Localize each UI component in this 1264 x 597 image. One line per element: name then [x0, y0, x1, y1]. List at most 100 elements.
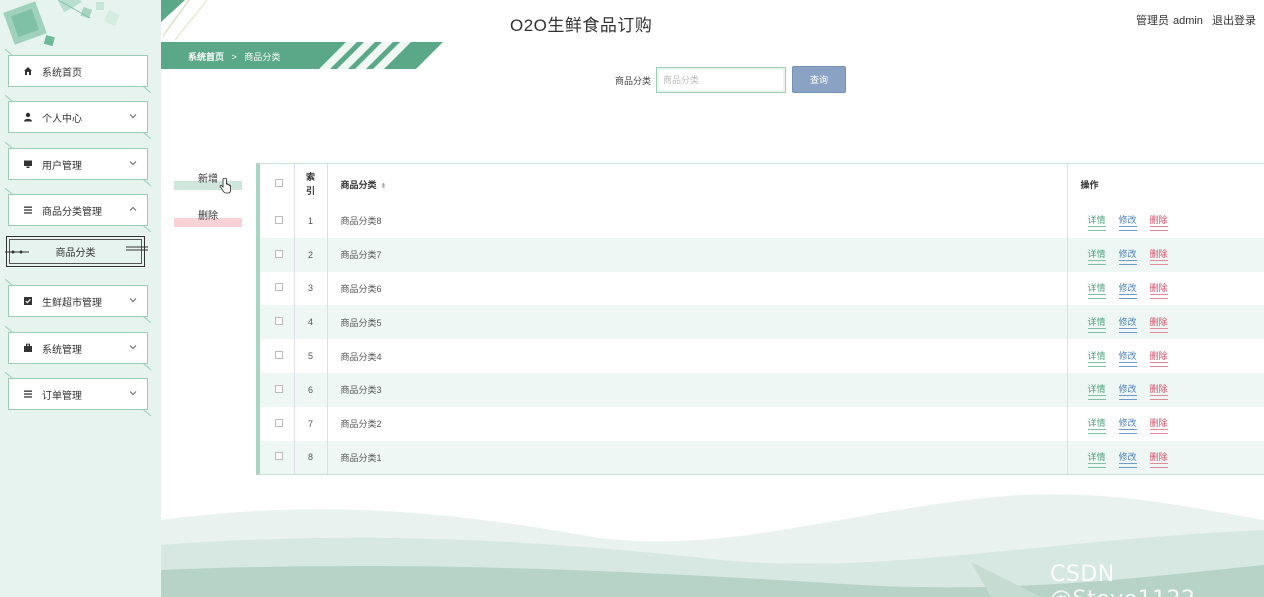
row-checkbox[interactable] [274, 384, 283, 393]
logout-link[interactable]: 退出登录 [1212, 15, 1256, 27]
chevron-up-icon [129, 206, 137, 211]
edit-link[interactable]: 修改 [1118, 349, 1137, 367]
row-category-name: 商品分类2 [327, 406, 1068, 441]
sidebar-item-category-management[interactable]: 商品分类管理 [8, 194, 148, 226]
chevron-down-icon [129, 161, 137, 166]
row-index: 8 [294, 440, 328, 475]
search-button[interactable]: 查询 [792, 66, 846, 93]
detail-link[interactable]: 详情 [1087, 349, 1106, 367]
sidebar-decoration [3, 0, 120, 47]
batch-delete-button[interactable]: 删除 [174, 207, 242, 227]
delete-link[interactable]: 删除 [1149, 247, 1168, 266]
breadcrumb: 系统首页 > 商品分类 [161, 42, 443, 69]
detail-link[interactable]: 详情 [1087, 281, 1106, 299]
row-actions: 详情 修改 删除 [1067, 339, 1264, 373]
row-index: 4 [294, 305, 328, 340]
sidebar-item-personal-center[interactable]: 个人中心 [8, 101, 148, 133]
row-category-name: 商品分类5 [327, 305, 1068, 340]
row-category-name: 商品分类7 [327, 237, 1068, 272]
sidebar-item-label: 订单管理 [42, 390, 82, 402]
category-table: 索引 商品分类 ⬍ 操作 1 商品分类8 详情 修改 删除 2 商品分类7 详情 修改 删除 3 商品分… [256, 163, 1264, 475]
edit-link[interactable]: 修改 [1118, 281, 1137, 299]
detail-link[interactable]: 详情 [1087, 315, 1106, 333]
sidebar-item-label: 系统首页 [42, 67, 82, 79]
sidebar-subitem-category[interactable]: 商品分类 [5, 236, 148, 267]
csdn-watermark: CSDN @Steve1122 [1050, 562, 1195, 597]
sidebar: 系统首页 个人中心 用户管理 商品分类管理 商品分类 生鲜超市管理 系统管理 订… [0, 0, 161, 597]
edit-link[interactable]: 修改 [1118, 213, 1137, 232]
breadcrumb-home[interactable]: 系统首页 [188, 52, 224, 62]
row-actions: 详情 修改 删除 [1067, 238, 1264, 272]
header-index: 索引 [294, 164, 328, 204]
row-checkbox-cell [260, 305, 295, 340]
user-icon [23, 112, 33, 122]
list-icon [23, 205, 33, 215]
row-checkbox-cell [260, 237, 295, 272]
header-ops: 操作 [1067, 164, 1264, 204]
detail-link[interactable]: 详情 [1087, 247, 1106, 266]
delete-link[interactable]: 删除 [1149, 382, 1168, 401]
monitor-icon [23, 159, 33, 169]
arrow-left-decoration-icon [5, 250, 29, 254]
table-row: 5 商品分类4 详情 修改 删除 [260, 339, 1264, 373]
row-checkbox-cell [260, 271, 295, 306]
user-role: 管理员 [1135, 15, 1169, 27]
detail-link[interactable]: 详情 [1087, 382, 1106, 401]
row-actions: 详情 修改 删除 [1067, 441, 1264, 475]
table-row: 2 商品分类7 详情 修改 删除 [260, 237, 1264, 272]
header-decoration [161, 0, 208, 40]
sort-icon[interactable]: ⬍ [381, 182, 387, 190]
sidebar-item-supermarket-management[interactable]: 生鲜超市管理 [8, 285, 148, 317]
detail-link[interactable]: 详情 [1087, 213, 1106, 232]
row-checkbox[interactable] [274, 215, 283, 224]
edit-link[interactable]: 修改 [1118, 315, 1137, 333]
detail-link[interactable]: 详情 [1087, 416, 1106, 435]
row-actions: 详情 修改 删除 [1067, 305, 1264, 339]
row-index: 3 [294, 271, 328, 306]
select-all-checkbox[interactable] [274, 179, 283, 187]
row-checkbox[interactable] [274, 418, 283, 427]
sidebar-item-user-management[interactable]: 用户管理 [8, 148, 148, 180]
row-category-name: 商品分类3 [327, 372, 1068, 407]
row-checkbox[interactable] [274, 317, 283, 326]
search-label: 商品分类 [615, 76, 652, 86]
table-row: 3 商品分类6 详情 修改 删除 [260, 271, 1264, 306]
chevron-down-icon [129, 391, 137, 396]
edit-link[interactable]: 修改 [1118, 450, 1137, 468]
edit-link[interactable]: 修改 [1118, 416, 1137, 435]
row-checkbox[interactable] [274, 351, 283, 360]
table-row: 7 商品分类2 详情 修改 删除 [260, 406, 1264, 441]
sidebar-item-order-management[interactable]: 订单管理 [8, 378, 148, 410]
add-button[interactable]: 新增 [174, 170, 242, 190]
delete-link[interactable]: 删除 [1149, 416, 1168, 435]
row-checkbox[interactable] [274, 452, 283, 461]
row-category-name: 商品分类8 [327, 204, 1068, 238]
breadcrumb-current: 商品分类 [244, 52, 281, 62]
sidebar-item-label: 生鲜超市管理 [42, 297, 102, 309]
detail-link[interactable]: 详情 [1087, 450, 1106, 468]
delete-link[interactable]: 删除 [1149, 213, 1168, 232]
row-actions: 详情 修改 删除 [1067, 373, 1264, 407]
row-category-name: 商品分类4 [327, 339, 1068, 373]
delete-link[interactable]: 删除 [1149, 349, 1168, 367]
row-checkbox-cell [260, 440, 295, 475]
delete-link[interactable]: 删除 [1149, 450, 1168, 468]
checkbox-icon [23, 296, 33, 306]
category-search-input[interactable] [656, 67, 786, 93]
delete-link[interactable]: 删除 [1149, 281, 1168, 299]
header-name[interactable]: 商品分类 ⬍ [327, 164, 1068, 204]
app-title: O2O生鲜食品订购 [510, 16, 653, 35]
row-checkbox[interactable] [274, 249, 283, 258]
row-index: 7 [294, 406, 328, 441]
edit-link[interactable]: 修改 [1118, 247, 1137, 266]
sidebar-item-system-management[interactable]: 系统管理 [8, 332, 148, 364]
row-index: 2 [294, 237, 328, 272]
row-checkbox-cell [260, 339, 295, 373]
edit-link[interactable]: 修改 [1118, 382, 1137, 401]
arrow-right-decoration-icon [126, 246, 148, 251]
header-name-label: 商品分类 [340, 179, 377, 190]
header-ops-label: 操作 [1080, 179, 1099, 190]
sidebar-item-home[interactable]: 系统首页 [8, 55, 148, 87]
delete-link[interactable]: 删除 [1149, 315, 1168, 333]
row-checkbox[interactable] [274, 283, 283, 292]
